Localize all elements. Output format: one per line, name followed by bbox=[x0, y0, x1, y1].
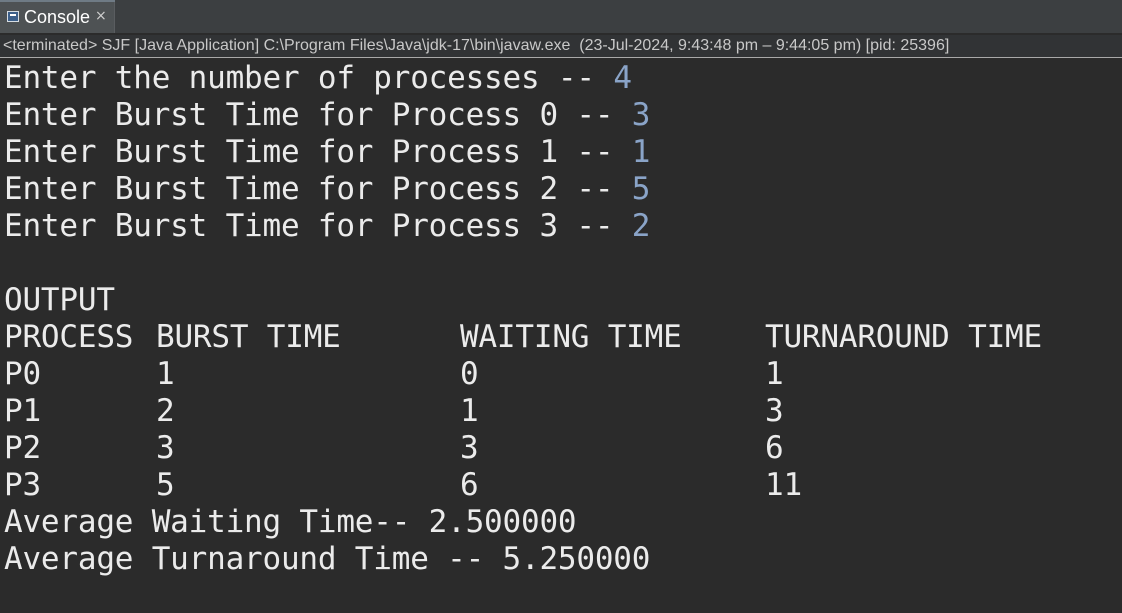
prompt-text: Enter the number of processes -- bbox=[4, 60, 614, 96]
cell-waiting: 0 bbox=[460, 356, 479, 392]
cell-burst: 3 bbox=[156, 430, 175, 466]
user-input: 2 bbox=[631, 208, 651, 244]
console-status-bar: <terminated> SJF [Java Application] C:\P… bbox=[0, 35, 1122, 58]
tab-active-indicator bbox=[0, 0, 115, 2]
console-icon bbox=[7, 11, 19, 22]
cell-turnaround: 1 bbox=[765, 356, 784, 392]
average-waiting-time: Average Waiting Time-- 2.500000 bbox=[4, 504, 577, 540]
cell-turnaround: 11 bbox=[765, 467, 802, 503]
header-burst-time: BURST TIME bbox=[156, 319, 341, 355]
prompt-text: Enter Burst Time for Process 2 -- bbox=[4, 171, 632, 207]
cell-waiting: 6 bbox=[460, 467, 479, 503]
cell-waiting: 3 bbox=[460, 430, 479, 466]
header-waiting-time: WAITING TIME bbox=[460, 319, 682, 355]
cell-burst: 5 bbox=[156, 467, 175, 503]
average-turnaround-time: Average Turnaround Time -- 5.250000 bbox=[4, 541, 651, 577]
prompt-line: Enter Burst Time for Process 0 -- 3 bbox=[4, 97, 650, 134]
prompt-line: Enter the number of processes -- 4 bbox=[4, 60, 632, 97]
cell-burst: 1 bbox=[156, 356, 175, 392]
process-status-text: <terminated> SJF [Java Application] C:\P… bbox=[3, 37, 950, 54]
prompt-line: Enter Burst Time for Process 3 -- 2 bbox=[4, 208, 650, 245]
prompt-text: Enter Burst Time for Process 0 -- bbox=[4, 97, 632, 133]
prompt-text: Enter Burst Time for Process 3 -- bbox=[4, 208, 632, 244]
header-process: PROCESS bbox=[4, 319, 134, 355]
user-input: 3 bbox=[631, 97, 651, 133]
view-tab-bar: Console × bbox=[0, 0, 1122, 33]
tab-console[interactable]: Console × bbox=[0, 0, 115, 33]
prompt-line: Enter Burst Time for Process 2 -- 5 bbox=[4, 171, 650, 208]
cell-process: P1 bbox=[4, 393, 41, 429]
user-input: 1 bbox=[631, 134, 651, 170]
cell-process: P0 bbox=[4, 356, 41, 392]
user-input: 4 bbox=[613, 60, 632, 96]
prompt-line: Enter Burst Time for Process 1 -- 1 bbox=[4, 134, 650, 171]
cell-waiting: 1 bbox=[460, 393, 479, 429]
user-input: 5 bbox=[631, 171, 651, 207]
cell-burst: 2 bbox=[156, 393, 175, 429]
cell-process: P3 bbox=[4, 467, 41, 503]
output-label: OUTPUT bbox=[4, 282, 115, 318]
console-output-area[interactable]: Enter the number of processes -- 4 Enter… bbox=[0, 59, 1122, 613]
close-icon[interactable]: × bbox=[95, 8, 107, 24]
tab-console-label: Console bbox=[24, 7, 91, 27]
prompt-text: Enter Burst Time for Process 1 -- bbox=[4, 134, 632, 170]
cell-turnaround: 6 bbox=[765, 430, 784, 466]
cell-process: P2 bbox=[4, 430, 41, 466]
cell-turnaround: 3 bbox=[765, 393, 784, 429]
header-turnaround-time: TURNAROUND TIME bbox=[765, 319, 1042, 355]
